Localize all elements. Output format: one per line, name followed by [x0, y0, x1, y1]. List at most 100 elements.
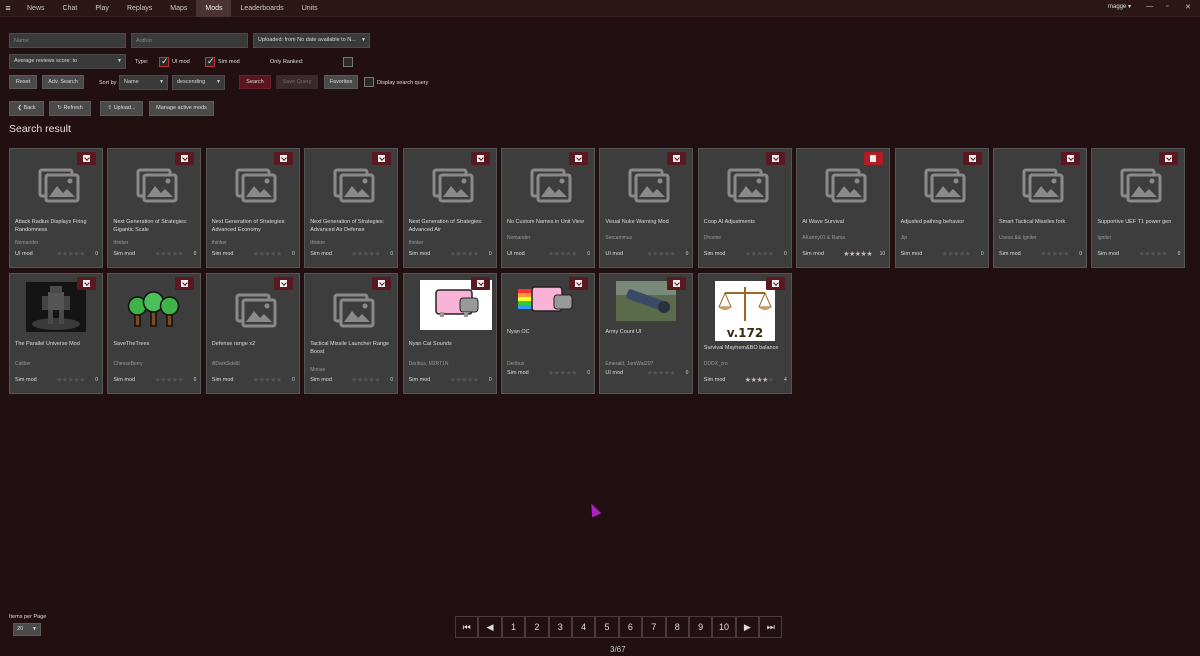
adv-search-button[interactable]: Adv. Search — [42, 75, 84, 89]
save-query-button[interactable]: Save Query — [276, 75, 318, 89]
sort-field-select[interactable]: Name ▼ — [119, 75, 168, 90]
download-icon — [575, 155, 582, 162]
page-button[interactable]: 10 — [712, 616, 736, 638]
download-button[interactable] — [77, 277, 96, 290]
review-count: 0 — [193, 377, 197, 383]
mod-type: Sim mod — [703, 251, 726, 257]
download-button[interactable] — [372, 277, 392, 290]
mod-card[interactable]: Coop AI Adjustments Dhomie Sim mod ★★★★★… — [697, 148, 792, 268]
uploaded-date-select[interactable]: Uploaded: from No date available to N...… — [253, 33, 370, 48]
tab-play[interactable]: Play — [86, 0, 118, 17]
page-button[interactable]: 7 — [642, 616, 666, 638]
next-page-icon[interactable]: ▶ — [735, 616, 760, 638]
download-button[interactable] — [667, 152, 687, 165]
download-button[interactable] — [1061, 152, 1080, 165]
minimize-icon[interactable]: — — [1146, 3, 1153, 10]
menu-icon[interactable]: ≡ — [0, 3, 16, 13]
mod-author: Igniter — [1097, 235, 1112, 241]
back-button[interactable]: ❮ Back — [9, 101, 44, 116]
page-button[interactable]: 2 — [525, 616, 549, 638]
download-button[interactable] — [765, 277, 785, 290]
page-button[interactable]: 3 — [548, 616, 572, 638]
download-button[interactable] — [273, 152, 293, 165]
tab-chat[interactable]: Chat — [54, 0, 87, 17]
page-button[interactable]: 1 — [501, 616, 526, 638]
page-button[interactable]: 8 — [665, 616, 689, 638]
mod-card[interactable]: Nyan Cat Sounds Deribus, M2RT1N Sim mod … — [402, 273, 497, 394]
mod-card[interactable]: Supportive UEF T1 power gen Igniter Sim … — [1091, 148, 1186, 268]
uninstall-button[interactable] — [864, 152, 884, 165]
first-page-icon[interactable]: ⏮ — [455, 616, 479, 638]
mod-card[interactable]: Attack Radius Displays Firing Randomness… — [9, 148, 103, 268]
manage-active-mods-button[interactable]: Manage active mods — [149, 101, 214, 116]
last-page-icon[interactable]: ⏭ — [759, 616, 783, 638]
mod-card[interactable]: v.172 Survival Mayhem&BO balance DDDX_cr… — [697, 273, 792, 394]
download-button[interactable] — [569, 152, 588, 165]
page-button[interactable]: 6 — [618, 616, 643, 638]
close-icon[interactable]: ✕ — [1185, 3, 1191, 11]
mod-author: Dhomie — [703, 235, 722, 241]
favorites-button[interactable]: Favorites — [324, 75, 358, 89]
star-icon: ★ — [79, 251, 85, 258]
mod-card[interactable]: Next Generation of Strategies: Advanced … — [402, 148, 497, 268]
upload-button[interactable]: ⇪ Upload... — [100, 101, 143, 116]
page-button[interactable]: 4 — [571, 616, 596, 638]
tab-units[interactable]: Units — [293, 0, 327, 17]
tab-mods[interactable]: Mods — [196, 0, 232, 17]
mod-card[interactable]: Defense range x2 iltDarkSideltl Sim mod … — [205, 273, 300, 394]
mod-card[interactable]: Nyan OC Deribus Sim mod ★★★★★ 0 — [501, 273, 595, 394]
tab-news[interactable]: News — [18, 0, 54, 17]
page-button[interactable]: 5 — [595, 616, 619, 638]
search-button[interactable]: Search — [239, 75, 271, 89]
name-search-input[interactable] — [9, 33, 126, 48]
download-button[interactable] — [470, 152, 490, 165]
download-button[interactable] — [765, 152, 785, 165]
display-query-checkbox[interactable] — [364, 77, 374, 87]
mod-card[interactable]: Adjusted pathing behavior Jip Sim mod ★★… — [894, 148, 989, 268]
ui-mod-checkbox[interactable] — [159, 56, 169, 67]
mod-card[interactable]: Tactical Missile Launcher Range Boost Mo… — [304, 273, 399, 394]
reset-button[interactable]: Reset — [9, 75, 37, 89]
tab-maps[interactable]: Maps — [161, 0, 196, 17]
mod-type: Sim mod — [211, 251, 234, 257]
page-button[interactable]: 9 — [688, 616, 713, 638]
download-icon — [83, 280, 90, 287]
mod-card[interactable]: Visual Nuke Warning Mod Sercammus UI mod… — [599, 148, 694, 268]
review-count: 0 — [95, 377, 98, 383]
mod-card[interactable]: Army Count UI Emerald, JamWat207 UI mod … — [599, 273, 694, 394]
mod-card[interactable]: Next Generation of Strategies: Advanced … — [205, 148, 300, 268]
mod-card[interactable]: SaveTheTrees CheeseBerry Sim mod ★★★★★ 0 — [107, 273, 202, 394]
download-button[interactable] — [77, 152, 96, 165]
tab-leaderboards[interactable]: Leaderboards — [231, 0, 292, 17]
download-icon — [771, 280, 779, 287]
user-menu[interactable]: magge ▾ — [1108, 3, 1131, 10]
mod-card[interactable]: No Custom Names in Unit View Nomander UI… — [501, 148, 595, 268]
download-button[interactable] — [273, 277, 293, 290]
mod-card[interactable]: The Parallel Universe Mod Caliber Sim mo… — [9, 273, 103, 394]
only-ranked-checkbox[interactable] — [343, 57, 353, 67]
download-button[interactable] — [1159, 152, 1179, 165]
sort-order-select[interactable]: descending ▼ — [172, 75, 225, 90]
download-button[interactable] — [667, 277, 687, 290]
download-button[interactable] — [372, 152, 392, 165]
mod-card[interactable]: Next Generation of Strategies: Advanced … — [304, 148, 399, 268]
mod-card[interactable]: Smart Tactical Missiles fork Uveso && Ig… — [993, 148, 1087, 268]
refresh-button[interactable]: ↻ Refresh — [49, 101, 91, 116]
mod-card[interactable]: Next Generation of Strategies: Gigantic … — [107, 148, 202, 268]
avg-reviews-select[interactable]: Average reviews score: to ▼ — [9, 54, 126, 69]
download-button[interactable] — [962, 152, 982, 165]
download-button[interactable] — [569, 277, 588, 290]
star-icon: ★ — [177, 377, 184, 384]
mod-card[interactable]: AI Wave Survival AKarmy01 & Rama Sim mod… — [796, 148, 891, 268]
download-button[interactable] — [175, 152, 195, 165]
download-button[interactable] — [175, 277, 195, 290]
review-count: 0 — [784, 251, 787, 257]
prev-page-icon[interactable]: ◀ — [478, 616, 502, 638]
items-per-page-select[interactable]: 20 ▼ — [13, 623, 41, 636]
download-button[interactable] — [470, 277, 490, 290]
sim-mod-checkbox[interactable] — [205, 56, 215, 67]
tab-replays[interactable]: Replays — [118, 0, 161, 17]
maximize-icon[interactable]: ▫ — [1166, 3, 1168, 10]
mod-type: Sim mod — [113, 251, 136, 257]
author-search-input[interactable] — [131, 33, 248, 48]
